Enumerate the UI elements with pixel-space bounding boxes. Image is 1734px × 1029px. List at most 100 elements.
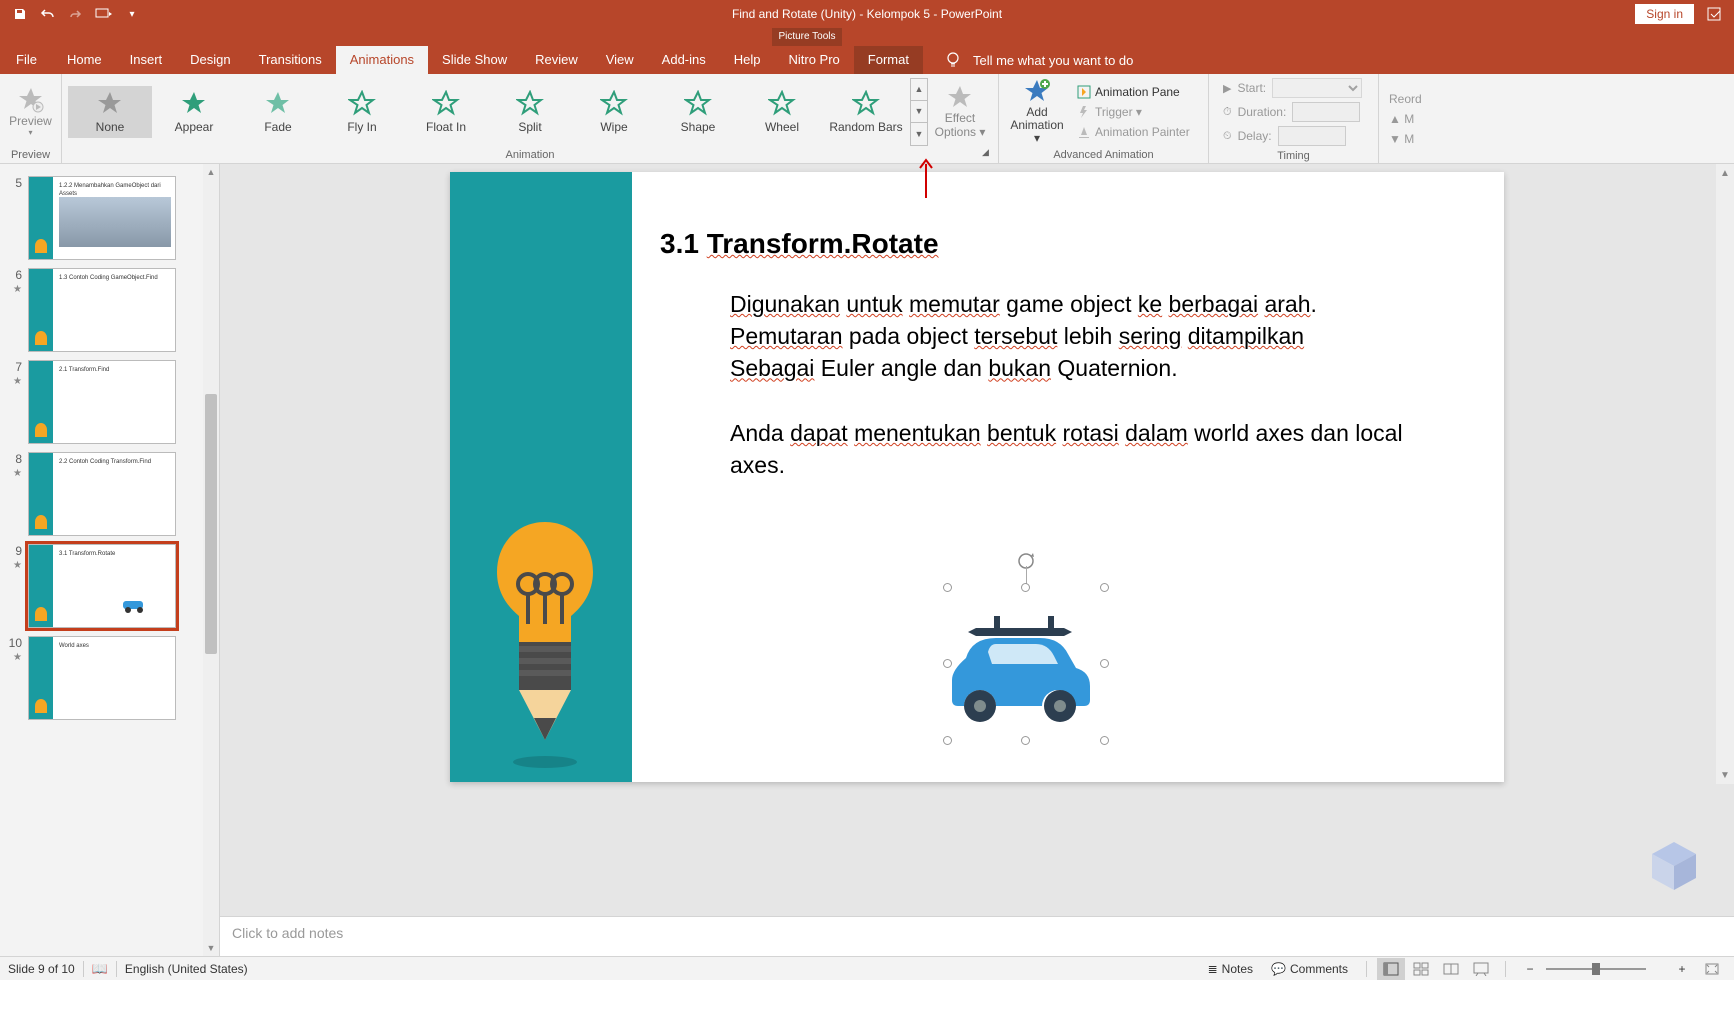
thumbnail-slide-5[interactable]: 1.2.2 Menambahkan GameObject dari Assets bbox=[28, 176, 176, 260]
thumbnail-slide-9[interactable]: 3.1 Transform.Rotate bbox=[28, 544, 176, 628]
language-label[interactable]: English (United States) bbox=[125, 962, 248, 976]
animation-fade[interactable]: Fade bbox=[236, 86, 320, 138]
car-icon bbox=[948, 588, 1104, 740]
tab-transitions[interactable]: Transitions bbox=[245, 46, 336, 74]
tab-insert[interactable]: Insert bbox=[116, 46, 177, 74]
animation-wheel[interactable]: Wheel bbox=[740, 86, 824, 138]
comments-toggle[interactable]: 💬 Comments bbox=[1263, 962, 1356, 976]
gallery-scroll: ▲ ▼ ▼ bbox=[910, 78, 928, 146]
normal-view-icon[interactable] bbox=[1377, 958, 1405, 980]
animation-wipe[interactable]: Wipe bbox=[572, 86, 656, 138]
resize-handle[interactable] bbox=[1100, 583, 1109, 592]
slide-main[interactable]: 3.1 Transform.Rotate Digunakan untuk mem… bbox=[450, 172, 1504, 782]
slide-canvas-area: 3.1 Transform.Rotate Digunakan untuk mem… bbox=[220, 164, 1734, 956]
preview-button[interactable]: Preview ▾ bbox=[6, 86, 55, 137]
slide-body-text[interactable]: Digunakan untuk memutar game object ke b… bbox=[730, 288, 1444, 481]
resize-handle[interactable] bbox=[1100, 659, 1109, 668]
thumbnails-scrollbar[interactable]: ▲ ▼ bbox=[203, 164, 219, 956]
gallery-more-icon[interactable]: ▼ bbox=[911, 123, 927, 145]
tab-animations[interactable]: Animations bbox=[336, 46, 428, 74]
delay-label: Delay: bbox=[1238, 129, 1272, 143]
slideshow-view-icon[interactable] bbox=[1467, 958, 1495, 980]
animation-split[interactable]: Split bbox=[488, 86, 572, 138]
notes-toggle[interactable]: ≣ Notes bbox=[1200, 962, 1261, 976]
reorder-label: Reord bbox=[1389, 92, 1422, 106]
fit-to-window-icon[interactable] bbox=[1698, 958, 1726, 980]
scroll-down-icon[interactable]: ▼ bbox=[1716, 766, 1734, 784]
tab-view[interactable]: View bbox=[592, 46, 648, 74]
scroll-up-icon[interactable]: ▲ bbox=[1716, 164, 1734, 182]
thumb-number: 7 bbox=[15, 360, 22, 374]
spell-check-icon[interactable]: 📖 bbox=[92, 961, 108, 977]
resize-handle[interactable] bbox=[943, 583, 952, 592]
qat-more-icon[interactable]: ▾ bbox=[120, 2, 144, 26]
ribbon-tabs: File Home Insert Design Transitions Anim… bbox=[0, 46, 1734, 74]
selected-picture-car[interactable] bbox=[948, 588, 1104, 740]
scroll-up-icon[interactable]: ▲ bbox=[203, 164, 219, 180]
sign-in-button[interactable]: Sign in bbox=[1635, 4, 1694, 24]
tab-review[interactable]: Review bbox=[521, 46, 592, 74]
tab-nitro[interactable]: Nitro Pro bbox=[775, 46, 854, 74]
notes-placeholder: Click to add notes bbox=[232, 925, 343, 941]
notes-pane[interactable]: Click to add notes bbox=[220, 916, 1734, 956]
animation-shape[interactable]: Shape bbox=[656, 86, 740, 138]
pane-icon bbox=[1077, 85, 1091, 99]
resize-handle[interactable] bbox=[1021, 736, 1030, 745]
reading-view-icon[interactable] bbox=[1437, 958, 1465, 980]
slide-sorter-view-icon[interactable] bbox=[1407, 958, 1435, 980]
lightbulb-pencil-icon bbox=[490, 512, 600, 772]
animation-none[interactable]: None bbox=[68, 86, 152, 138]
star-outline-icon bbox=[96, 90, 124, 118]
scroll-thumb[interactable] bbox=[205, 394, 217, 654]
resize-handle[interactable] bbox=[943, 736, 952, 745]
tab-help[interactable]: Help bbox=[720, 46, 775, 74]
redo-icon[interactable] bbox=[64, 2, 88, 26]
thumbnail-slide-6[interactable]: 1.3 Contoh Coding GameObject.Find bbox=[28, 268, 176, 352]
slide-position-label[interactable]: Slide 9 of 10 bbox=[8, 962, 75, 976]
duration-input[interactable] bbox=[1292, 102, 1360, 122]
animation-dialog-launcher-icon[interactable]: ◢ bbox=[982, 147, 996, 161]
start-from-beginning-icon[interactable] bbox=[92, 2, 116, 26]
tell-me-search[interactable]: Tell me what you want to do bbox=[943, 46, 1133, 74]
resize-handle[interactable] bbox=[1021, 583, 1030, 592]
add-animation-button[interactable]: Add Animation ▾ bbox=[1005, 76, 1069, 148]
ribbon-display-options-icon[interactable] bbox=[1702, 2, 1726, 26]
thumbnail-slide-10[interactable]: World axes bbox=[28, 636, 176, 720]
group-label-animation: Animation bbox=[62, 149, 998, 163]
thumbnail-slide-7[interactable]: 2.1 Transform.Find bbox=[28, 360, 176, 444]
slide-title[interactable]: 3.1 Transform.Rotate bbox=[660, 228, 939, 260]
tab-format[interactable]: Format bbox=[854, 46, 923, 74]
tab-addins[interactable]: Add-ins bbox=[648, 46, 720, 74]
animation-star-icon: ★ bbox=[13, 376, 22, 387]
gallery-down-icon[interactable]: ▼ bbox=[911, 101, 927, 123]
resize-handle[interactable] bbox=[1100, 736, 1109, 745]
zoom-slider[interactable] bbox=[1546, 959, 1666, 979]
resize-handle[interactable] bbox=[943, 659, 952, 668]
scroll-down-icon[interactable]: ▼ bbox=[203, 940, 219, 956]
delay-row: ⏲Delay: bbox=[1223, 126, 1362, 146]
animation-random-bars[interactable]: Random Bars bbox=[824, 86, 908, 138]
thumbnail-slide-8[interactable]: 2.2 Contoh Coding Transform.Find bbox=[28, 452, 176, 536]
painter-icon bbox=[1077, 125, 1091, 139]
animation-fly-in[interactable]: Fly In bbox=[320, 86, 404, 138]
quick-access-toolbar: ▾ bbox=[0, 2, 144, 26]
add-animation-star-icon bbox=[1023, 78, 1051, 106]
animation-float-in[interactable]: Float In bbox=[404, 86, 488, 138]
zoom-in-button[interactable]: + bbox=[1668, 958, 1696, 980]
undo-icon[interactable] bbox=[36, 2, 60, 26]
save-icon[interactable] bbox=[8, 2, 32, 26]
animation-appear[interactable]: Appear bbox=[152, 86, 236, 138]
tellme-bulb-icon bbox=[943, 50, 963, 70]
tab-file[interactable]: File bbox=[0, 46, 53, 74]
canvas-scrollbar[interactable]: ▲ ▼ bbox=[1716, 164, 1734, 784]
animation-pane-button[interactable]: Animation Pane bbox=[1077, 85, 1190, 99]
start-select[interactable] bbox=[1272, 78, 1362, 98]
tab-home[interactable]: Home bbox=[53, 46, 116, 74]
star-green-icon bbox=[348, 90, 376, 118]
gallery-up-icon[interactable]: ▲ bbox=[911, 79, 927, 101]
delay-input[interactable] bbox=[1278, 126, 1346, 146]
zoom-out-button[interactable]: − bbox=[1516, 958, 1544, 980]
tab-design[interactable]: Design bbox=[176, 46, 244, 74]
tab-slideshow[interactable]: Slide Show bbox=[428, 46, 521, 74]
ribbon: Preview ▾ Preview None Appear Fade bbox=[0, 74, 1734, 164]
